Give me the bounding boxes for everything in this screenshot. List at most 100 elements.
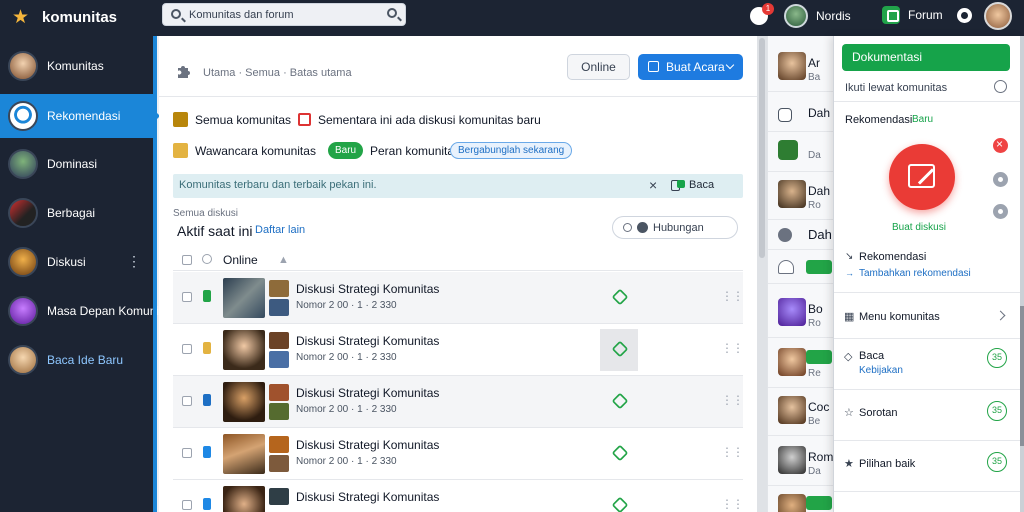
list-item[interactable]: Dah: [768, 220, 833, 250]
user-name: Nordis: [816, 9, 851, 23]
list-item[interactable]: Dah: [768, 94, 833, 132]
discussion-thumbnail: [223, 486, 265, 512]
scrollbar-thumb[interactable]: [759, 38, 765, 258]
list-item[interactable]: [768, 250, 833, 284]
table-row[interactable]: Diskusi Strategi Komunitas Nomor 2 00 · …: [173, 272, 744, 324]
table-row[interactable]: Diskusi Strategi Komunitas Nomor 2 00 · …: [173, 324, 744, 376]
drawer-menu-row[interactable]: ★ Pilihan baik 35: [834, 440, 1021, 490]
add-recommendation-link[interactable]: Tambahkan rekomendasi: [859, 268, 971, 279]
sort-icon[interactable]: ▲: [278, 254, 289, 266]
table-header: Online ▲: [173, 248, 743, 271]
feed-text: Peran komunitas: [370, 144, 461, 158]
sidebar-scrollbar[interactable]: [153, 36, 157, 512]
drawer-menu-row[interactable]: ☆ Sorotan 35: [834, 389, 1021, 439]
puzzle-icon: [178, 66, 190, 78]
list-item[interactable]: Dah Ro: [768, 172, 833, 220]
sidebar-item-masa-depan[interactable]: Masa Depan Komunitas: [0, 289, 175, 333]
list-item[interactable]: Coc Be: [768, 388, 833, 436]
tag-icon: [203, 394, 211, 406]
list-item[interactable]: Da: [768, 132, 833, 172]
search-submit-icon[interactable]: [387, 8, 397, 18]
main-scrollbar[interactable]: [757, 36, 767, 512]
sidebar-item-diskusi[interactable]: Diskusi ⋮: [0, 240, 153, 284]
sidebar-item-berbagai[interactable]: Berbagai: [0, 191, 153, 235]
select-all-checkbox[interactable]: [182, 255, 192, 265]
count-badge[interactable]: 35: [987, 348, 1007, 368]
drawer-menu-row[interactable]: ▦ Menu komunitas: [834, 292, 1021, 342]
column-header-online[interactable]: Online: [223, 253, 258, 267]
app-name[interactable]: komunitas: [42, 9, 117, 26]
drawer-header[interactable]: Dokumentasi: [842, 44, 1010, 71]
star-logo-icon[interactable]: ★: [12, 8, 29, 27]
list-item[interactable]: Ar Ba: [768, 44, 833, 92]
calendar-icon: [648, 61, 659, 72]
author-thumbnail: [269, 488, 289, 505]
row-title[interactable]: Diskusi Strategi Komunitas: [296, 282, 439, 296]
drag-handle-icon[interactable]: ⋮⋮: [721, 341, 744, 355]
more-vertical-icon[interactable]: ⋮: [127, 253, 141, 270]
table-row[interactable]: Diskusi Strategi Komunitas ⋮⋮: [173, 480, 744, 512]
feed-text: Semua komunitas: [195, 113, 292, 127]
connection-button[interactable]: Hubungan: [612, 216, 738, 239]
row-checkbox[interactable]: [182, 500, 192, 510]
compose-button[interactable]: [889, 144, 955, 210]
row-title[interactable]: Diskusi Strategi Komunitas: [296, 490, 439, 504]
community-avatar: [8, 345, 38, 375]
option-circle-icon[interactable]: [993, 172, 1008, 187]
settings-icon: [778, 228, 792, 242]
upvote-icon[interactable]: [611, 392, 629, 410]
create-event-button[interactable]: Buat Acara: [638, 54, 743, 80]
section-link[interactable]: Daftar lain: [255, 224, 305, 236]
list-item[interactable]: Rom Da: [768, 438, 833, 486]
drawer-menu-row[interactable]: ◇ Baca Kebijakan 35: [834, 338, 1021, 388]
sidebar-item-komunitas[interactable]: Komunitas: [0, 44, 153, 88]
scrollbar-thumb[interactable]: [1020, 306, 1024, 446]
forum-label: Forum: [908, 8, 943, 22]
upvote-icon[interactable]: [611, 496, 629, 512]
list-item[interactable]: Ba: [768, 486, 833, 512]
join-badge[interactable]: Bergabunglah sekarang: [450, 142, 573, 159]
row-title[interactable]: Diskusi Strategi Komunitas: [296, 438, 439, 452]
online-button[interactable]: Online: [567, 54, 630, 80]
drag-handle-icon[interactable]: ⋮⋮: [721, 497, 744, 511]
breadcrumb[interactable]: Utama · Semua · Batas utama: [203, 67, 352, 79]
account-avatar[interactable]: [984, 2, 1012, 30]
sidebar-item-dominasi[interactable]: Dominasi: [0, 142, 153, 186]
sidebar-item-rekomendasi[interactable]: Rekomendasi: [0, 94, 160, 138]
info-icon[interactable]: [994, 80, 1007, 93]
drawer-row-title: Baca: [859, 350, 885, 362]
table-row[interactable]: Diskusi Strategi Komunitas Nomor 2 00 · …: [173, 376, 744, 428]
count-badge[interactable]: 35: [987, 401, 1007, 421]
row-checkbox[interactable]: [182, 448, 192, 458]
sidebar-item-baca-ide[interactable]: Baca Ide Baru: [0, 338, 153, 382]
upvote-icon[interactable]: [611, 288, 629, 306]
list-item[interactable]: Re: [768, 340, 833, 388]
banner-link[interactable]: Baca: [676, 179, 714, 191]
row-checkbox[interactable]: [182, 292, 192, 302]
row-checkbox[interactable]: [182, 344, 192, 354]
search-input[interactable]: [189, 6, 369, 23]
drawer-row-link[interactable]: Kebijakan: [859, 365, 903, 376]
drag-handle-icon[interactable]: ⋮⋮: [721, 289, 744, 303]
author-thumbnail: [269, 436, 289, 453]
status-icon[interactable]: [957, 8, 972, 23]
option-circle-icon[interactable]: [993, 204, 1008, 219]
drawer-scrollbar[interactable]: [1020, 36, 1024, 512]
table-row[interactable]: Diskusi Strategi Komunitas Nomor 2 00 · …: [173, 428, 744, 480]
row-checkbox[interactable]: [182, 396, 192, 406]
row-title[interactable]: Diskusi Strategi Komunitas: [296, 334, 439, 348]
notification-icon[interactable]: 1: [750, 3, 774, 25]
row-title[interactable]: Diskusi Strategi Komunitas: [296, 386, 439, 400]
upvote-icon[interactable]: [611, 444, 629, 462]
tag-icon: [203, 290, 211, 302]
close-icon[interactable]: ×: [649, 177, 657, 193]
drawer-label: Rekomendasi: [845, 114, 913, 126]
drag-handle-icon[interactable]: ⋮⋮: [721, 393, 744, 407]
drag-handle-icon[interactable]: ⋮⋮: [721, 445, 744, 459]
count-badge[interactable]: 35: [987, 452, 1007, 472]
close-circle-icon[interactable]: [993, 137, 1008, 153]
notification-badge: 1: [762, 3, 774, 15]
search-box[interactable]: [162, 3, 406, 26]
list-item[interactable]: Bo Ro: [768, 290, 833, 338]
filter-icon[interactable]: [202, 254, 212, 264]
